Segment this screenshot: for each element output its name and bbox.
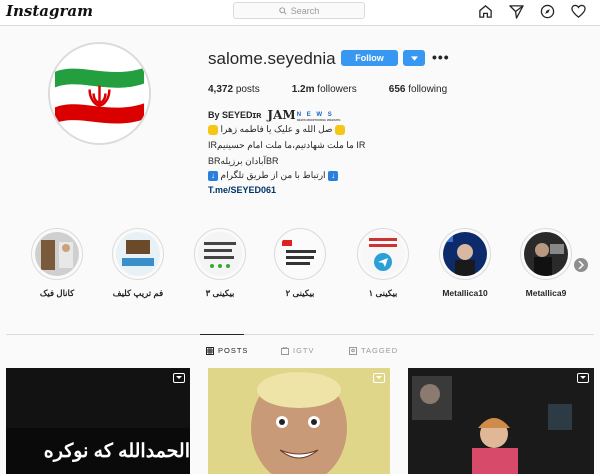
profile-username: salome.seyednia (208, 49, 336, 68)
video-icon (173, 373, 185, 383)
tabs-divider (6, 334, 594, 335)
tab-posts[interactable]: POSTS (206, 346, 248, 355)
posts-grid: الحمدالله که نوکره (6, 368, 594, 474)
bio-author: By SEYEDɪʀ JAM N E W S NEWS MONITORING WE… (208, 108, 341, 122)
follow-button[interactable]: Follow (341, 50, 398, 66)
top-navigation-bar: Instagram Search (0, 0, 600, 26)
praying-hands-icon (335, 124, 346, 135)
instagram-logo[interactable]: Instagram (6, 2, 93, 20)
grid-icon (206, 346, 214, 355)
post-thumbnail[interactable] (408, 368, 594, 474)
direct-icon[interactable] (508, 3, 524, 19)
profile-tabs: POSTS IGTV TAGGED (0, 346, 600, 360)
highlight-item[interactable]: فم تریپ کلیف (103, 228, 173, 299)
nav-icons (477, 3, 586, 19)
highlight-item[interactable]: Metallica10 (430, 228, 500, 298)
highlight-item[interactable]: بیکینی ۱ (348, 228, 418, 299)
following-stat[interactable]: 656 following (389, 84, 447, 95)
bio-line-1: صل الله و علیک یا فاطمه زهرا (208, 124, 346, 135)
post-thumbnail[interactable]: الحمدالله که نوکره (6, 368, 190, 474)
highlight-cover (278, 232, 322, 276)
profile-stats: 4,372 posts 1.2m followers 656 following (208, 84, 479, 95)
highlight-cover (116, 232, 160, 276)
bio-line-3: BRآبادان برزیلهBR (208, 156, 279, 166)
story-highlights: کانال فیک فم تریپ کلیف بیکینی ۳ بیکینی ۲… (0, 228, 600, 308)
followers-stat[interactable]: 1.2m followers (292, 84, 357, 95)
search-placeholder: Search (290, 5, 320, 16)
highlight-item[interactable]: Metallica9 (511, 228, 581, 298)
activity-icon[interactable] (570, 3, 586, 19)
highlight-item[interactable]: بیکینی ۳ (185, 228, 255, 299)
tab-igtv[interactable]: IGTV (281, 346, 315, 355)
search-icon (279, 6, 287, 15)
highlight-item[interactable]: بیکینی ۲ (265, 228, 335, 299)
bio-line-4: ↓ ارتباط با من از طریق تلگرام ↓ (208, 170, 339, 181)
highlight-cover (361, 232, 405, 276)
explore-icon[interactable] (539, 3, 555, 19)
highlight-cover (198, 232, 242, 276)
tagged-icon (349, 346, 357, 355)
chevron-down-icon (410, 55, 418, 61)
igtv-icon (281, 346, 289, 355)
bio-line-2: IRما ملت شهادتیم،ما ملت امام حسینیم IR (208, 140, 366, 150)
active-tab-indicator (200, 334, 244, 335)
video-icon (577, 373, 589, 383)
praying-hands-icon (208, 124, 218, 135)
info-icon: ↓ (208, 170, 218, 181)
highlight-cover (524, 232, 568, 276)
home-icon[interactable] (477, 3, 493, 19)
tab-tagged[interactable]: TAGGED (349, 346, 398, 355)
search-input[interactable]: Search (233, 2, 365, 19)
info-icon: ↓ (328, 170, 339, 181)
post-thumbnail[interactable] (208, 368, 390, 474)
more-options-button[interactable]: ••• (432, 49, 450, 65)
highlights-next-button[interactable] (574, 258, 588, 272)
highlight-cover (443, 232, 487, 276)
video-icon (373, 373, 385, 383)
jam-news-logo: JAM N E W S NEWS MONITORING WEBSITE (267, 108, 341, 122)
post-caption-overlay: الحمدالله که نوکره (43, 441, 190, 462)
suggestions-dropdown-button[interactable] (403, 50, 425, 66)
chevron-right-icon (578, 261, 584, 269)
profile-avatar (48, 42, 151, 145)
highlight-item[interactable]: کانال فیک (22, 228, 92, 299)
posts-stat: 4,372 posts (208, 84, 260, 95)
highlight-cover (35, 232, 79, 276)
bio-link[interactable]: T.me/SEYED061 (208, 185, 276, 195)
